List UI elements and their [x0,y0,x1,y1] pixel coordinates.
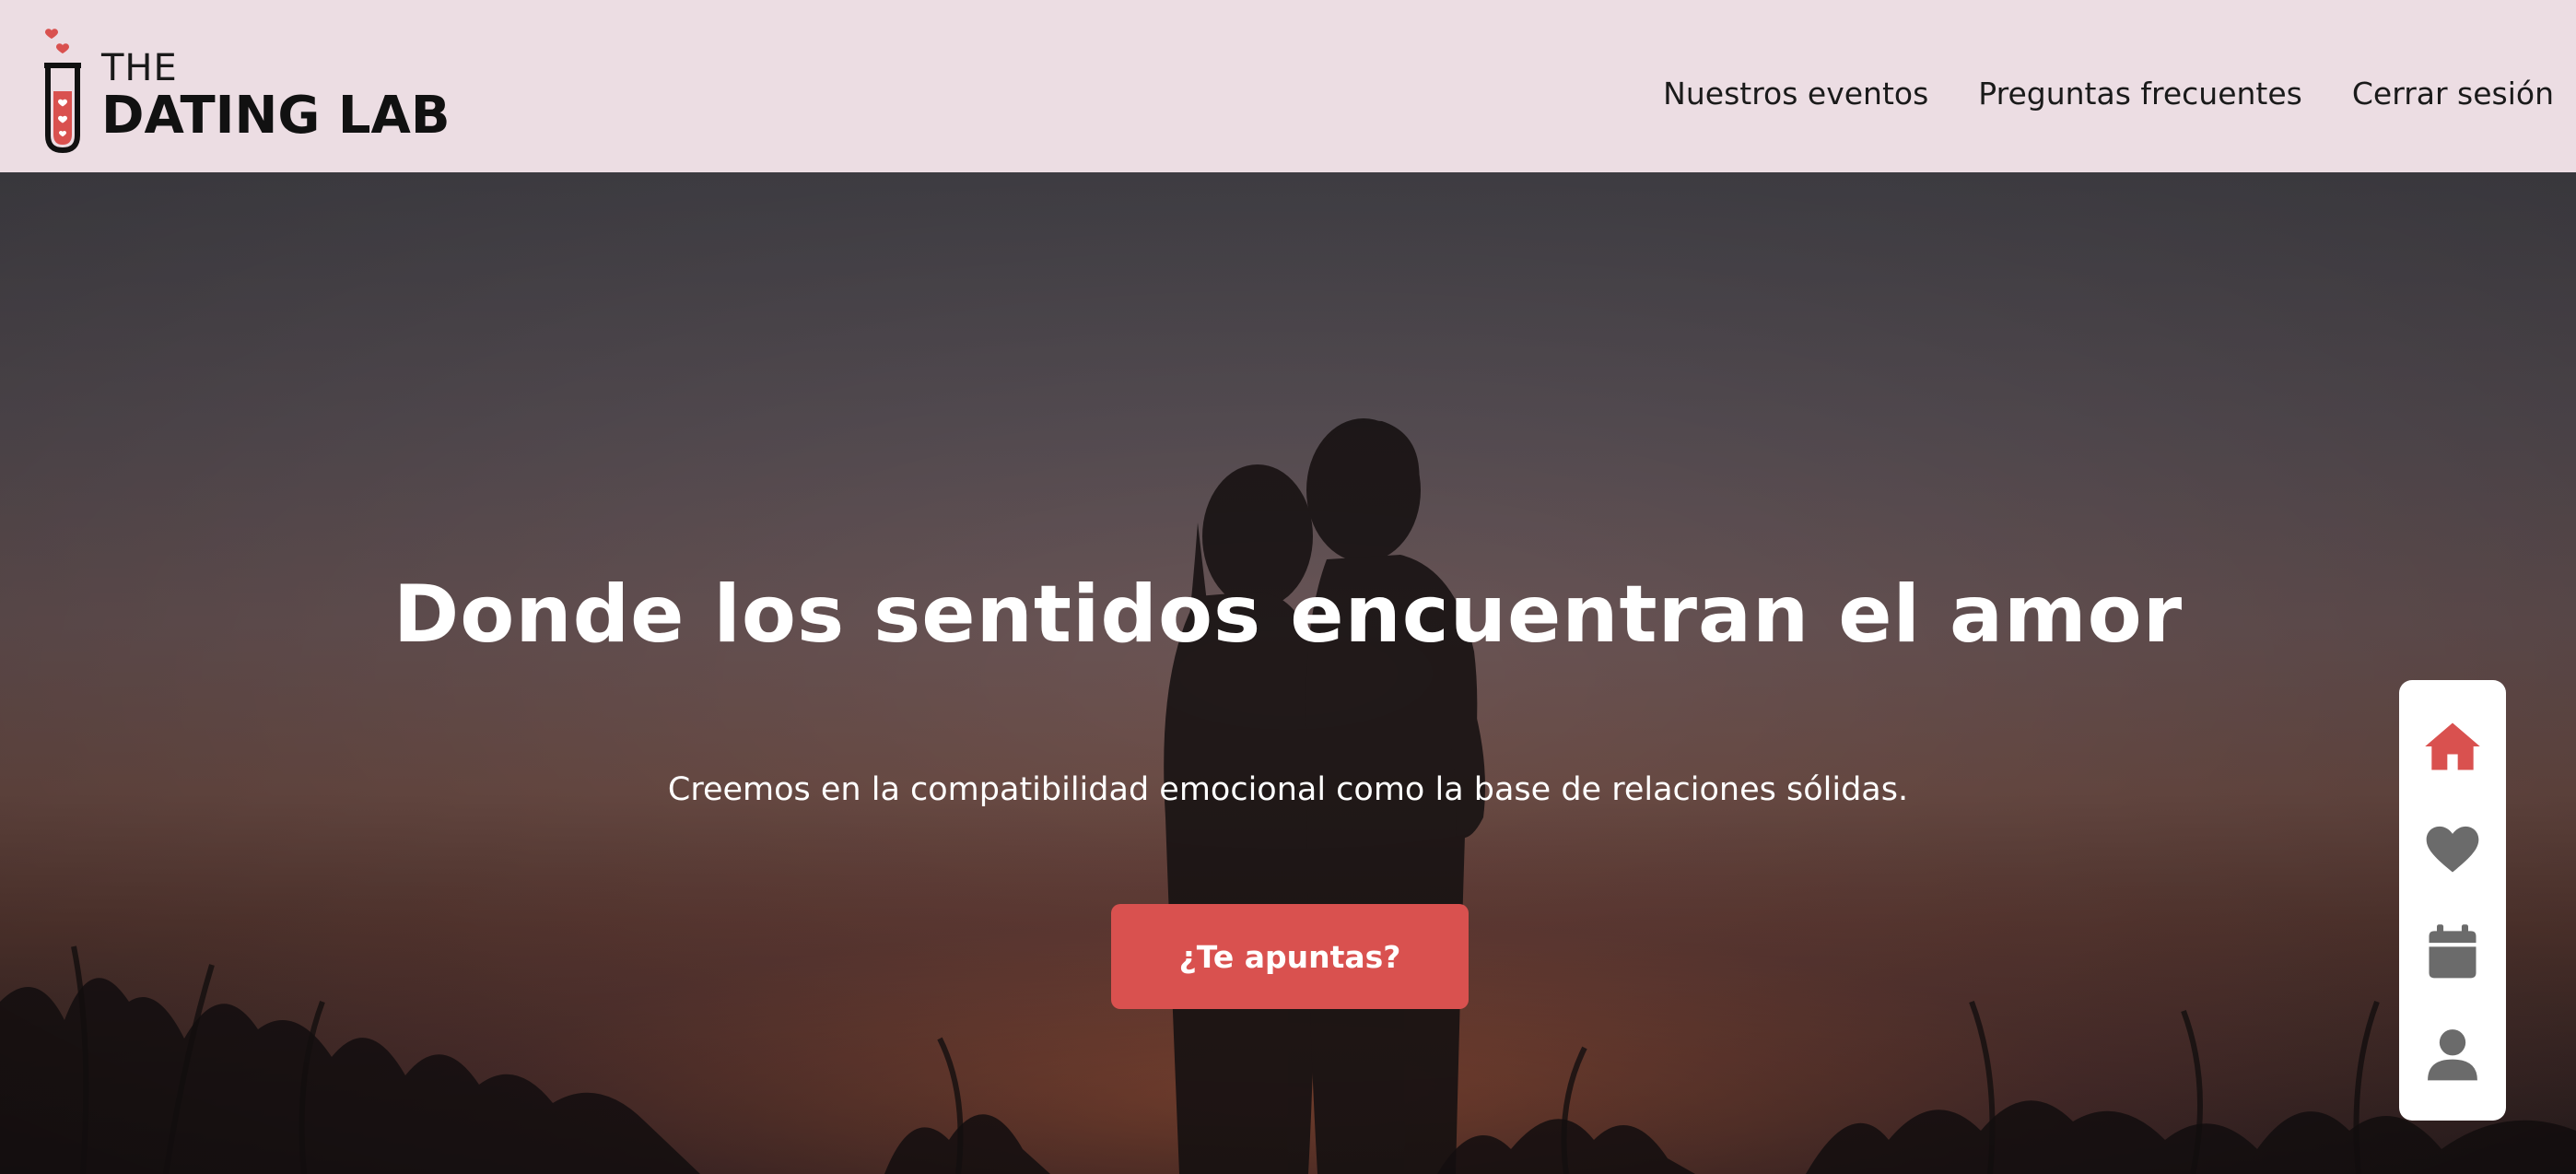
sidenav-calendar[interactable] [2419,919,2486,985]
sidenav-home[interactable] [2419,713,2486,780]
logo-line1: THE [101,46,178,89]
hero-subtitle: Creemos en la compatibilidad emocional c… [667,771,1909,808]
site-header: THE DATING LAB Nuestros eventos Pregunta… [0,0,2576,172]
nav-link-logout[interactable]: Cerrar sesión [2352,76,2554,112]
home-icon [2425,722,2480,770]
sidenav-profile[interactable] [2419,1021,2486,1087]
sidenav-favorites[interactable] [2419,816,2486,882]
calendar-icon [2429,924,2476,979]
main-nav: Nuestros eventos Preguntas frecuentes Ce… [1613,76,2554,112]
floating-side-nav [2399,680,2506,1121]
logo[interactable]: THE DATING LAB [42,0,451,172]
hero-title: Donde los sentidos encuentran el amor [392,569,2184,661]
signup-cta-button[interactable]: ¿Te apuntas? [1111,904,1469,1009]
user-icon [2428,1029,2477,1081]
test-tube-hearts-icon [42,25,83,154]
logo-line2: DATING LAB [101,85,451,146]
hero-section: Donde los sentidos encuentran el amor Cr… [0,172,2576,1174]
nav-link-faq[interactable]: Preguntas frecuentes [1978,76,2302,112]
hero-background-image [0,172,2576,1174]
heart-icon [2426,827,2479,873]
nav-link-events[interactable]: Nuestros eventos [1663,76,1928,112]
logo-text: THE DATING LAB [101,50,451,142]
